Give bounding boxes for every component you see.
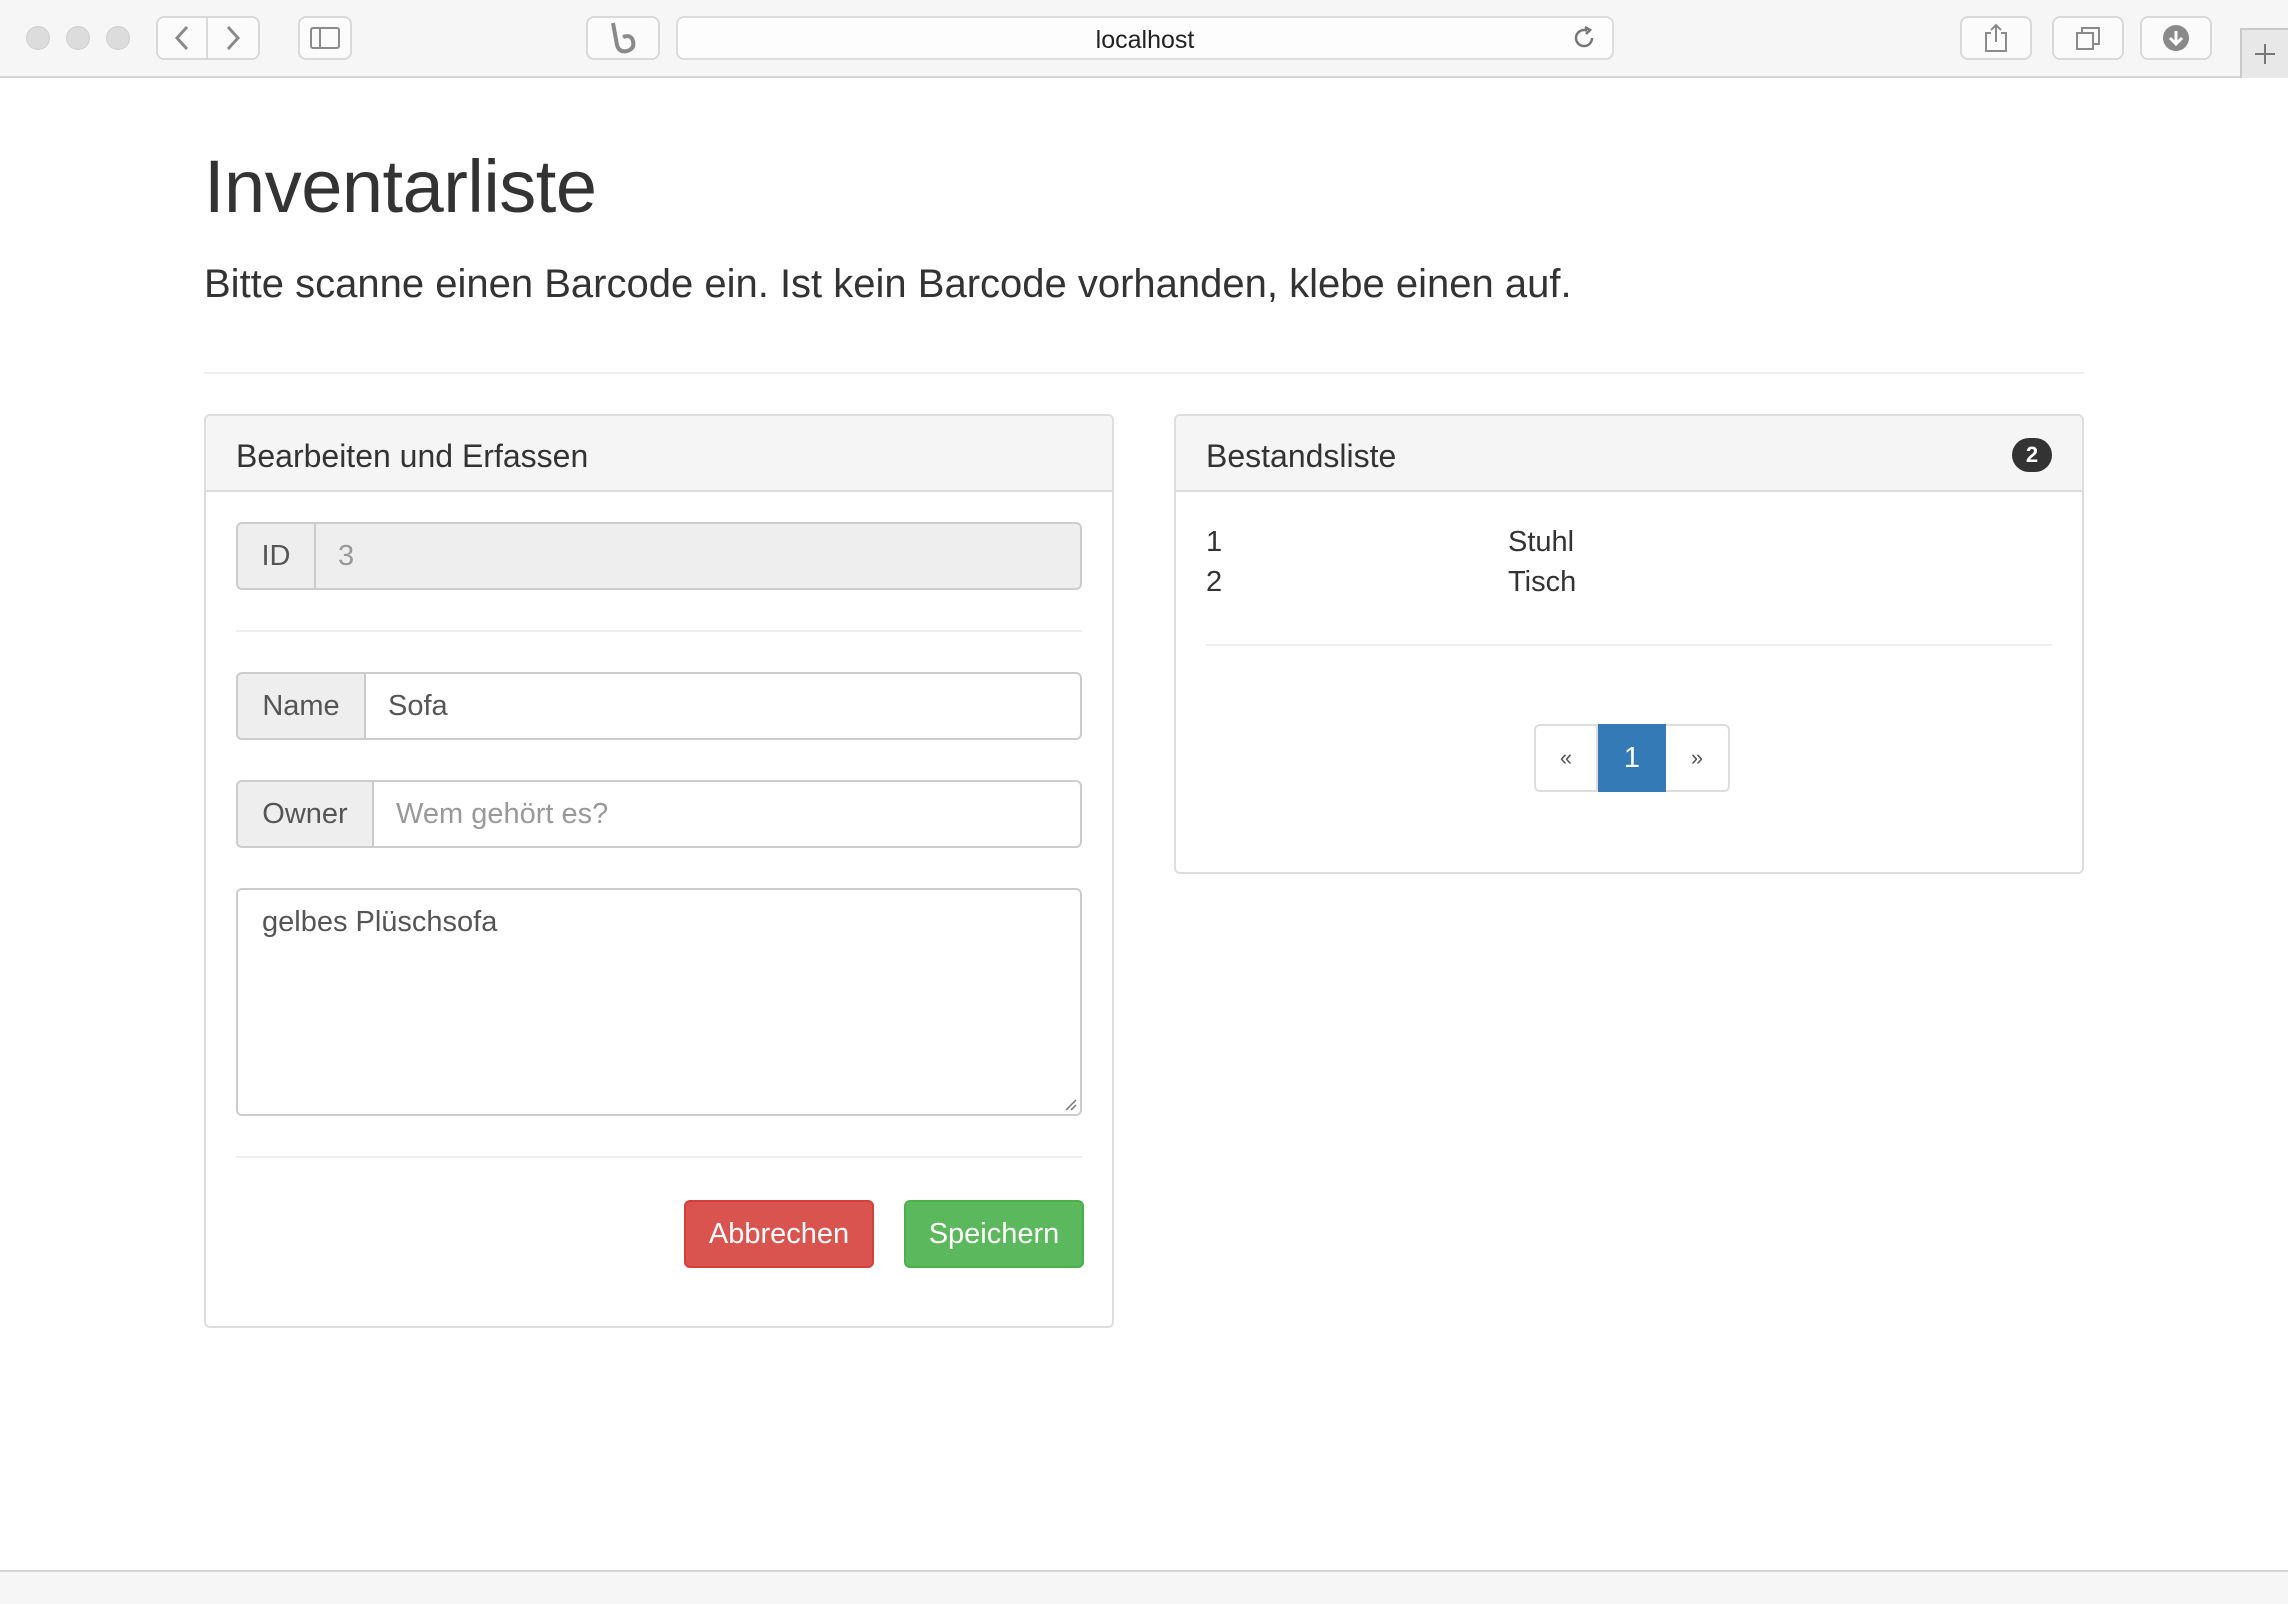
- chevron-left-icon: [174, 25, 189, 51]
- pagination-prev[interactable]: «: [1534, 724, 1598, 792]
- sidebar-icon: [310, 27, 340, 49]
- id-label: ID: [236, 522, 314, 590]
- name-label: Name: [236, 672, 364, 740]
- owner-label: Owner: [236, 780, 372, 848]
- edit-panel-heading: Bearbeiten und Erfassen: [206, 416, 1112, 492]
- minimize-window-icon[interactable]: [66, 26, 90, 50]
- page-title: Inventarliste: [204, 145, 597, 228]
- name-input-group: Name Sofa: [236, 672, 1082, 740]
- description-text: gelbes Plüschsofa: [262, 906, 498, 938]
- url-text: localhost: [1095, 26, 1195, 54]
- back-button[interactable]: [156, 16, 208, 60]
- pagination-next[interactable]: »: [1666, 724, 1730, 792]
- list-panel-title: Bestandsliste: [1206, 438, 1397, 474]
- description-textarea[interactable]: gelbes Plüschsofa: [236, 888, 1082, 1116]
- forward-button[interactable]: [208, 16, 260, 60]
- owner-input-group: Owner Wem gehört es?: [236, 780, 1082, 848]
- id-input-group: ID 3: [236, 522, 1082, 590]
- item-id: 1: [1206, 526, 1223, 558]
- list-panel-heading: Bestandsliste 2: [1176, 416, 2082, 492]
- browser-toolbar: localhost: [0, 0, 2288, 78]
- pagination: « 1 »: [1534, 724, 1730, 792]
- divider: [236, 630, 1082, 632]
- resize-grip-icon[interactable]: [1062, 1096, 1078, 1112]
- edit-panel: Bearbeiten und Erfassen ID 3 Name Sofa O…: [204, 414, 1114, 1328]
- item-name: Stuhl: [1508, 526, 1575, 558]
- downloads-button[interactable]: [2140, 16, 2212, 60]
- zoom-window-icon[interactable]: [106, 26, 130, 50]
- sidebar-toggle-button[interactable]: [298, 16, 352, 60]
- share-icon: [1985, 23, 2007, 52]
- name-field[interactable]: Sofa: [364, 672, 1082, 740]
- tabs-icon: [2076, 27, 2100, 50]
- share-button[interactable]: [1960, 16, 2032, 60]
- chevron-right-icon: [226, 25, 241, 51]
- tabs-overview-button[interactable]: [2052, 16, 2124, 60]
- header-divider: [204, 372, 2084, 374]
- item-id: 2: [1206, 566, 1223, 598]
- edit-panel-title: Bearbeiten und Erfassen: [236, 438, 589, 474]
- owner-field[interactable]: Wem gehört es?: [372, 780, 1082, 848]
- divider: [1206, 644, 2052, 646]
- new-tab-button[interactable]: [2240, 28, 2288, 78]
- item-name: Tisch: [1508, 566, 1577, 598]
- count-badge: 2: [2012, 438, 2052, 472]
- browser-status-bar: [0, 1570, 2288, 1604]
- extension-b-icon: [611, 22, 636, 54]
- download-icon: [2163, 25, 2189, 51]
- pagination-page-1[interactable]: 1: [1598, 724, 1666, 792]
- address-bar[interactable]: localhost: [676, 16, 1614, 60]
- plus-icon: [2255, 44, 2275, 64]
- close-window-icon[interactable]: [26, 26, 50, 50]
- reload-icon[interactable]: [1570, 24, 1598, 52]
- cancel-button[interactable]: Abbrechen: [684, 1200, 874, 1268]
- page-lead: Bitte scanne einen Barcode ein. Ist kein…: [204, 262, 1572, 306]
- extension-button[interactable]: [586, 16, 660, 60]
- inventory-list-panel: Bestandsliste 2 1 Stuhl 2 Tisch « 1 »: [1174, 414, 2084, 874]
- save-button[interactable]: Speichern: [904, 1200, 1084, 1268]
- divider: [236, 1156, 1082, 1158]
- id-field: 3: [314, 522, 1082, 590]
